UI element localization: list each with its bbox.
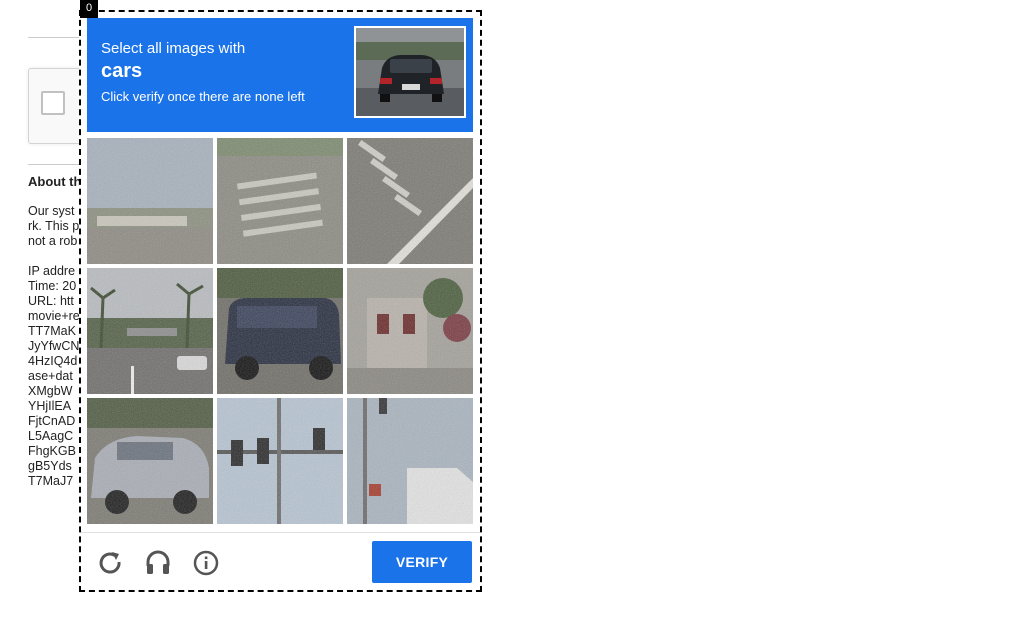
info-line: JyYfwCN <box>28 339 80 353</box>
grid-tile[interactable] <box>87 138 213 264</box>
challenge-index-badge: 0 <box>80 0 98 18</box>
info-icon[interactable] <box>191 548 221 578</box>
image-challenge: Select all images with cars Click verify… <box>79 10 482 592</box>
grid-tile[interactable] <box>347 138 473 264</box>
info-line: FhgKGB <box>28 444 76 458</box>
footer-divider <box>81 532 480 533</box>
info-line: T7MaJ7 <box>28 474 74 488</box>
not-a-robot-checkbox[interactable] <box>41 91 65 115</box>
grid-tile[interactable] <box>87 398 213 524</box>
headphones-icon[interactable] <box>143 548 173 578</box>
info-line: ase+dat <box>28 369 73 383</box>
image-grid <box>87 138 475 526</box>
about-heading: About th <box>28 174 82 189</box>
verify-button[interactable]: VERIFY <box>372 541 472 583</box>
grid-tile[interactable] <box>217 138 343 264</box>
info-line: Time: 20 <box>28 279 77 293</box>
info-line: IP addre <box>28 264 76 278</box>
about-text: Our syst rk. This p not a rob <box>28 204 79 249</box>
instruction-subtext: Click verify once there are none left <box>101 89 305 104</box>
grid-tile[interactable] <box>347 268 473 394</box>
info-line: URL: htt <box>28 294 74 308</box>
request-info: IP addre Time: 20 URL: htt movie+re TT7M… <box>28 264 80 489</box>
info-line: XMgbW <box>28 384 73 398</box>
grid-tile[interactable] <box>217 398 343 524</box>
info-line: gB5Yds <box>28 459 72 473</box>
challenge-header: Select all images with cars Click verify… <box>87 18 473 132</box>
about-line: not a rob <box>28 234 78 248</box>
info-line: FjtCnAD <box>28 414 76 428</box>
info-line: L5AagC <box>28 429 74 443</box>
info-line: movie+re <box>28 309 80 323</box>
grid-tile[interactable] <box>87 268 213 394</box>
sample-car-image <box>354 26 466 118</box>
grid-tile[interactable] <box>347 398 473 524</box>
about-line: Our syst <box>28 204 75 218</box>
instruction-text: Select all images with <box>101 40 246 57</box>
grid-tile[interactable] <box>217 268 343 394</box>
info-line: YHjIlEA <box>28 399 72 413</box>
reload-icon[interactable] <box>95 548 125 578</box>
target-keyword: cars <box>101 60 143 82</box>
info-line: TT7MaK <box>28 324 76 338</box>
info-line: 4HzIQ4d <box>28 354 78 368</box>
about-line: rk. This p <box>28 219 80 233</box>
